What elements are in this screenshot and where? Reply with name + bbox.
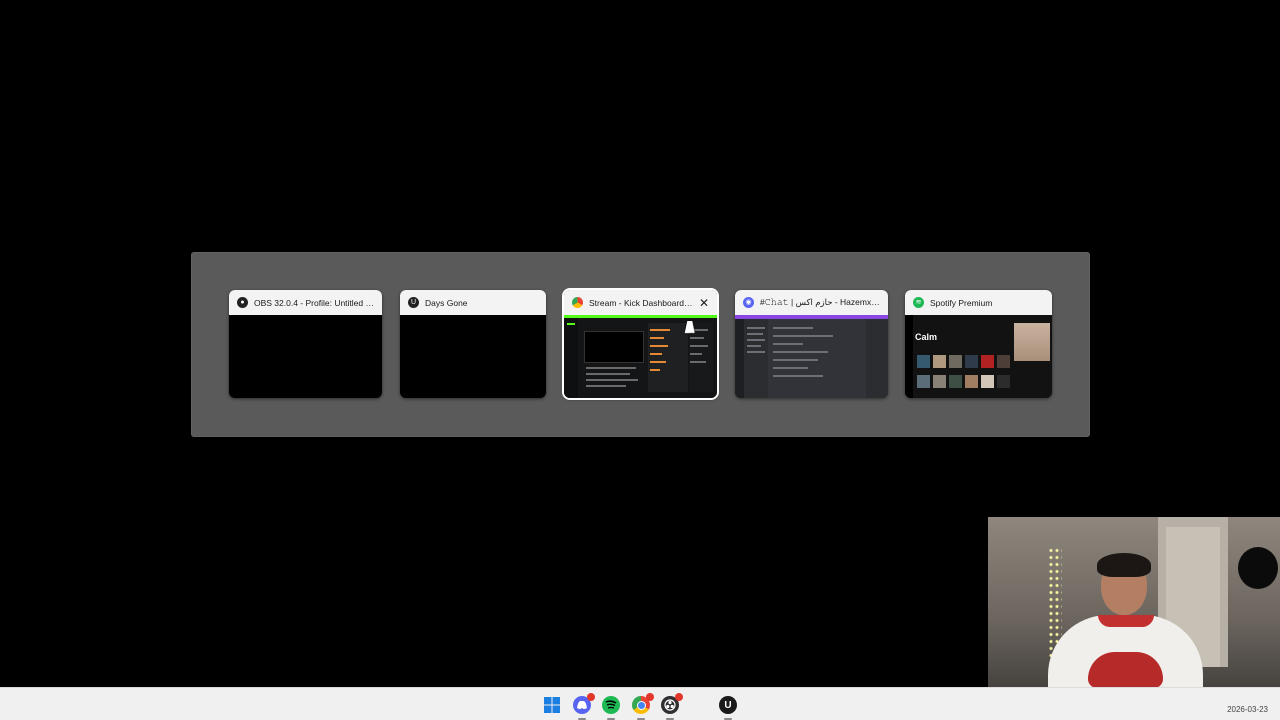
obs-icon[interactable] — [661, 693, 683, 720]
unreal-icon[interactable]: U — [719, 696, 737, 720]
window-thumbnail: Calm — [905, 315, 1052, 398]
taskbar-date[interactable]: 2026-03-23 — [1227, 705, 1268, 714]
window-card-days-gone[interactable]: U Days Gone — [400, 290, 546, 398]
window-thumbnail — [735, 315, 888, 398]
window-card-titlebar: U Days Gone — [400, 290, 546, 315]
close-icon[interactable]: ✕ — [699, 297, 709, 309]
discord-icon: ◉ — [743, 297, 754, 308]
window-thumbnail — [229, 315, 382, 398]
window-card-titlebar: ◉ #𝙲𝚑𝚊𝚝 | حازم اكس - Hazemx - Di... — [735, 290, 888, 315]
taskbar: U 2026-03-23 — [0, 687, 1280, 720]
window-card-title: Stream - Kick Dashboard -... — [589, 297, 693, 308]
window-card-titlebar: ● OBS 32.0.4 - Profile: Untitled - S... — [229, 290, 382, 315]
window-card-kick-dashboard[interactable]: Stream - Kick Dashboard -... ✕ — [562, 288, 719, 400]
window-card-title: #𝙲𝚑𝚊𝚝 | حازم اكس - Hazemx - Di... — [760, 297, 880, 307]
window-card-spotify[interactable]: ≋ Spotify Premium Calm — [905, 290, 1052, 398]
window-card-title: Days Gone — [425, 297, 468, 308]
window-card-titlebar: Stream - Kick Dashboard -... ✕ — [564, 290, 717, 315]
unreal-icon: U — [408, 297, 419, 308]
spotify-heading: Calm — [915, 332, 938, 342]
alt-tab-switcher: ● OBS 32.0.4 - Profile: Untitled - S... … — [191, 252, 1090, 437]
window-card-title: Spotify Premium — [930, 297, 993, 308]
chrome-icon[interactable] — [632, 693, 654, 720]
window-thumbnail — [400, 315, 546, 398]
chrome-icon — [572, 297, 583, 308]
window-card-obs[interactable]: ● OBS 32.0.4 - Profile: Untitled - S... — [229, 290, 382, 398]
window-card-title: OBS 32.0.4 - Profile: Untitled - S... — [254, 297, 374, 308]
windows-start-icon[interactable] — [543, 696, 561, 714]
window-card-titlebar: ≋ Spotify Premium — [905, 290, 1052, 315]
notification-badge — [675, 693, 683, 701]
discord-icon[interactable] — [573, 693, 595, 720]
obs-icon: ● — [237, 297, 248, 308]
webcam-overlay — [988, 517, 1280, 705]
notification-badge — [646, 693, 654, 701]
spotify-icon[interactable] — [602, 696, 620, 720]
spotify-icon: ≋ — [913, 297, 924, 308]
window-card-discord[interactable]: ◉ #𝙲𝚑𝚊𝚝 | حازم اكس - Hazemx - Di... — [735, 290, 888, 398]
notification-badge — [587, 693, 595, 701]
